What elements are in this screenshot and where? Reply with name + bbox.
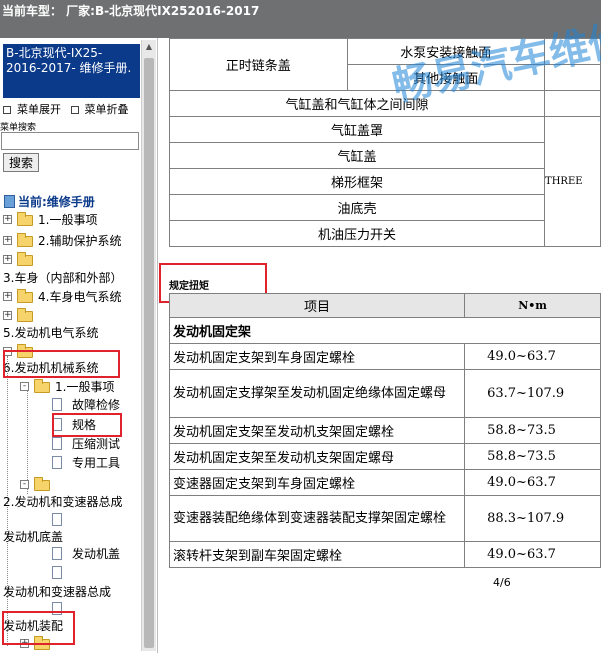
table-cell: 49.0~63.7 <box>464 343 601 370</box>
table-cell: THREE <box>544 116 601 247</box>
tree-item[interactable]: + <box>3 308 143 324</box>
table-cell: 49.0~63.7 <box>464 469 601 496</box>
folder-open-icon <box>34 477 50 491</box>
highlight-box <box>2 611 75 645</box>
plus-icon[interactable]: + <box>3 236 12 245</box>
minus-icon[interactable]: - <box>20 382 29 391</box>
folder-open-icon <box>34 379 50 393</box>
document-icon <box>52 513 62 526</box>
vehicle-title: 当前车型： 厂家:B-北京现代IX252016-2017 <box>2 4 260 18</box>
tree-label[interactable]: 5.发动机电气系统 <box>3 326 98 340</box>
collapse-icon[interactable] <box>70 106 79 114</box>
folder-icon <box>17 233 33 247</box>
plus-icon[interactable]: + <box>3 215 12 224</box>
expand-icon[interactable] <box>3 106 11 114</box>
page-indicator: 4/6 <box>493 576 511 589</box>
document-icon <box>52 547 62 560</box>
sidebar-scrollbar[interactable]: ▲ <box>141 40 156 651</box>
document-icon <box>52 398 62 411</box>
folder-icon <box>17 308 33 322</box>
table-cell: 梯形框架 <box>168 168 546 195</box>
menu-expand-link[interactable]: 菜单展开 <box>17 103 61 116</box>
tree-item[interactable]: + 1.一般事项 <box>3 212 143 228</box>
scrollbar-thumb[interactable] <box>144 58 154 648</box>
tree-item[interactable]: 压缩测试 <box>52 436 142 452</box>
sidebar: B-北京现代-IX25-2016-2017- 维修手册. ▲ 菜单展开 菜单折叠… <box>0 38 158 653</box>
menu-controls: 菜单展开 菜单折叠 <box>3 101 129 117</box>
group-row: 发动机固定架 <box>169 317 601 344</box>
folder-icon <box>17 252 33 266</box>
tree-label[interactable]: 发动机和变速器总成 <box>3 585 111 599</box>
plus-icon[interactable]: + <box>3 255 12 264</box>
table-cell: 气缸盖罩 <box>168 116 546 143</box>
tree-item[interactable]: + <box>3 252 143 268</box>
tree-item[interactable]: 2.发动机和变速器总成 <box>3 494 143 510</box>
document-icon <box>52 456 62 469</box>
document-icon <box>52 437 62 450</box>
tree-item[interactable]: + 4.车身电气系统 <box>3 289 143 305</box>
tree-item[interactable]: - 1.一般事项 <box>20 379 142 395</box>
table-cell: 58.8~73.5 <box>464 443 601 470</box>
tree-label[interactable]: 1.一般事项 <box>38 213 97 227</box>
current-label[interactable]: 当前:维修手册 <box>18 195 95 209</box>
tree-item[interactable]: - <box>20 477 142 493</box>
menu-collapse-link[interactable]: 菜单折叠 <box>85 103 129 116</box>
tree-label[interactable]: 发动机盖 <box>72 547 120 561</box>
tree-label[interactable]: 专用工具 <box>72 456 120 470</box>
table-cell: 88.3~107.9 <box>464 495 601 542</box>
search-button[interactable]: 搜索 <box>3 153 39 172</box>
table-cell: 变速器固定支架到车身固定螺栓 <box>168 469 466 496</box>
tree-label[interactable]: 1.一般事项 <box>55 380 114 394</box>
tree-item[interactable]: 发动机盖 <box>52 546 142 562</box>
highlight-box <box>3 350 120 378</box>
table-cell: 正时链条盖 <box>169 38 348 91</box>
table-cell: 变速器装配绝缘体到变速器装配支撑架固定螺栓 <box>168 495 466 542</box>
plus-icon[interactable]: + <box>3 311 12 320</box>
manual-title[interactable]: B-北京现代-IX25-2016-2017- 维修手册. <box>3 44 140 98</box>
tree-item[interactable]: 5.发动机电气系统 <box>3 325 143 341</box>
table-cell: 发动机固定支撑架至发动机固定绝缘体固定螺母 <box>168 369 466 418</box>
tree-label[interactable]: 3.车身（内部和外部） <box>3 271 122 285</box>
table-cell: 58.8~73.5 <box>464 417 601 444</box>
table-cell: 滚转杆支架到副车架固定螺栓 <box>168 541 466 568</box>
table-cell: 发动机固定支架至发动机支架固定螺母 <box>168 443 466 470</box>
tree-item[interactable]: 发动机底盖 <box>3 529 143 545</box>
tree-item[interactable]: 故障检修 <box>52 397 142 413</box>
document-icon <box>52 566 62 579</box>
table-cell: 49.0~63.7 <box>464 541 601 568</box>
tree-label[interactable]: 2.辅助保护系统 <box>38 234 121 248</box>
table-cell: 发动机固定支架到车身固定螺栓 <box>168 343 466 370</box>
tree-item[interactable]: + 2.辅助保护系统 <box>3 233 143 249</box>
manual-book-icon <box>4 195 15 208</box>
plus-icon[interactable]: + <box>3 292 12 301</box>
tree-item[interactable]: 发动机和变速器总成 <box>3 584 143 600</box>
tree-label[interactable]: 2.发动机和变速器总成 <box>3 495 122 509</box>
tree-label[interactable]: 4.车身电气系统 <box>38 290 121 304</box>
tree-item[interactable]: 专用工具 <box>52 455 142 471</box>
table-cell: 63.7~107.9 <box>464 369 601 418</box>
column-header: 项目 <box>168 293 466 318</box>
tree-label[interactable]: 压缩测试 <box>72 437 120 451</box>
table-cell: 气缸盖和气缸体之间间隙 <box>168 90 546 117</box>
table-cell: 机油压力开关 <box>168 220 546 247</box>
folder-icon <box>17 212 33 226</box>
menu-search-input[interactable] <box>1 132 139 150</box>
table-cell: 发动机固定支架至发动机支架固定螺栓 <box>168 417 466 444</box>
table-cell <box>544 90 601 117</box>
column-header: N•m <box>464 293 601 318</box>
minus-icon[interactable]: - <box>20 480 29 489</box>
scroll-up-icon[interactable]: ▲ <box>144 42 154 52</box>
table-cell: 油底壳 <box>168 194 546 221</box>
torque-table: 项目 N•m 发动机固定架 发动机固定支架到车身固定螺栓 49.0~63.7 发… <box>168 293 601 568</box>
folder-icon <box>17 289 33 303</box>
tree-label[interactable]: 发动机底盖 <box>3 530 63 544</box>
tree-item[interactable] <box>52 512 142 528</box>
highlight-box <box>52 413 122 437</box>
tree-label[interactable]: 故障检修 <box>72 398 120 412</box>
tree-item[interactable] <box>52 565 142 581</box>
current-location: 当前:维修手册 <box>4 193 95 210</box>
table-cell: 气缸盖 <box>168 142 546 169</box>
tree-item[interactable]: 3.车身（内部和外部） <box>3 270 143 286</box>
